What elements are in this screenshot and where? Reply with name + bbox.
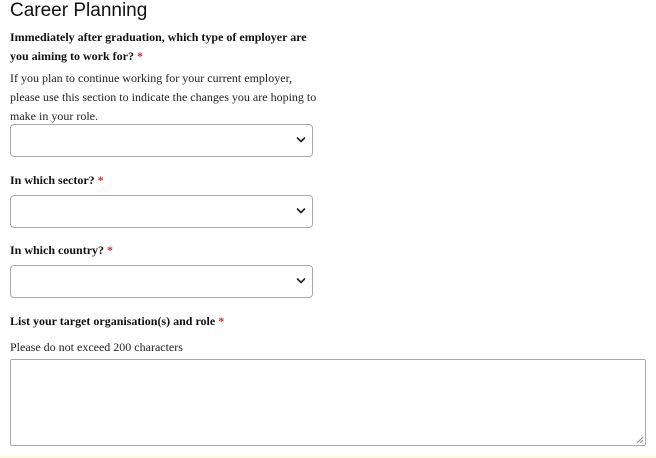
country-label: In which country? * — [10, 241, 320, 260]
required-asterisk: * — [97, 173, 104, 187]
page-title: Career Planning — [10, 0, 148, 21]
employer-type-select[interactable] — [10, 124, 313, 157]
country-select[interactable] — [10, 265, 313, 298]
target-organisation-label-text: List your target organisation(s) and rol… — [10, 314, 216, 328]
chevron-down-icon — [296, 137, 306, 143]
required-asterisk: * — [218, 314, 225, 328]
sector-label-text: In which sector? — [10, 173, 95, 187]
employer-type-label: Immediately after graduation, which type… — [10, 28, 320, 66]
employer-type-label-text: Immediately after graduation, which type… — [10, 30, 307, 63]
chevron-down-icon — [296, 208, 306, 214]
target-organisation-textarea[interactable] — [10, 359, 646, 446]
required-asterisk: * — [137, 49, 143, 63]
resize-grip-icon[interactable] — [635, 435, 644, 444]
sector-label: In which sector? * — [10, 171, 320, 190]
target-organisation-label: List your target organisation(s) and rol… — [10, 312, 320, 331]
sector-select[interactable] — [10, 195, 313, 228]
chevron-down-icon — [296, 278, 306, 284]
target-organisation-help-text: Please do not exceed 200 characters — [10, 340, 183, 354]
required-asterisk: * — [107, 243, 114, 257]
country-label-text: In which country? — [10, 243, 105, 257]
employer-type-help-text: If you plan to continue working for your… — [10, 71, 317, 123]
